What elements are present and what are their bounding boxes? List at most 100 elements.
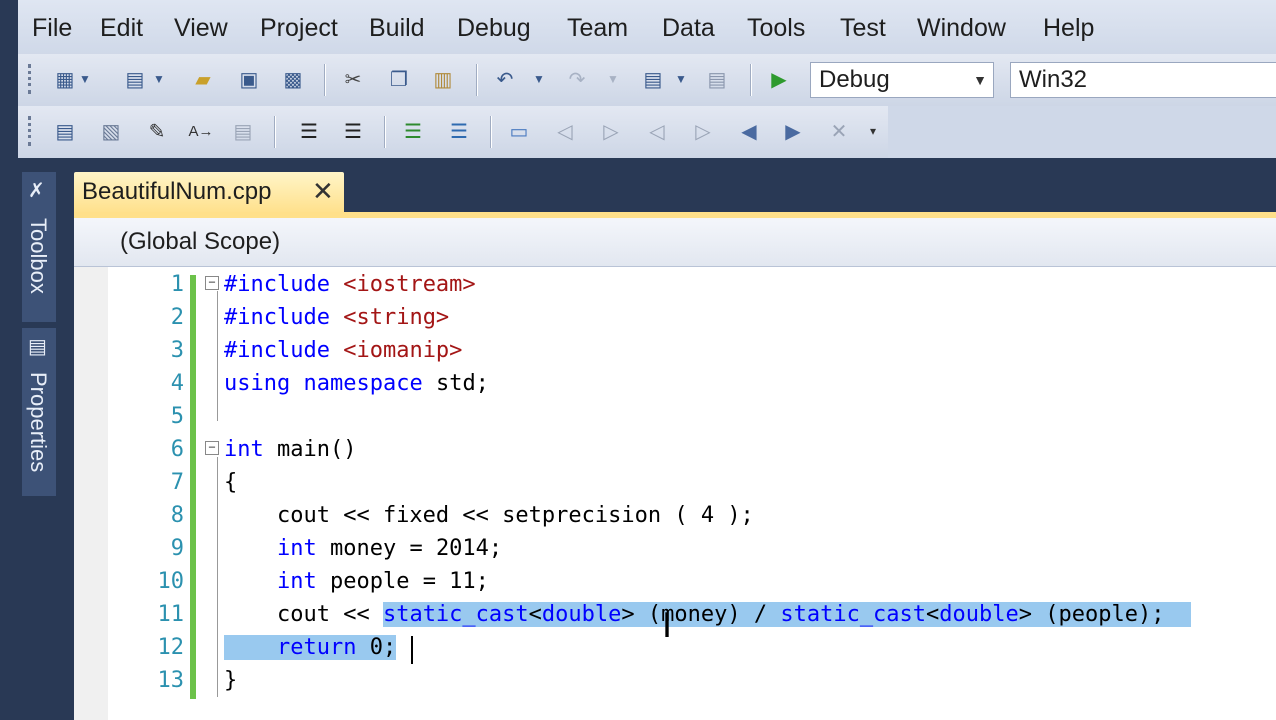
toolbar-separator: [384, 116, 386, 148]
toolbar-overflow-icon[interactable]: ▾: [866, 118, 880, 144]
menu-build[interactable]: Build: [369, 12, 425, 44]
code-text: cout << fixed << setprecision ( 4 );: [224, 503, 754, 528]
toolbar-separator: [274, 116, 276, 148]
menu-project[interactable]: Project: [260, 12, 338, 44]
save-icon[interactable]: ▣: [236, 66, 262, 92]
menu-team[interactable]: Team: [567, 12, 628, 44]
code-line-1[interactable]: 1 − #include <iostream>: [74, 268, 1276, 301]
outline-icon[interactable]: ▤: [230, 118, 256, 144]
properties-label-wrap: Properties: [25, 372, 53, 494]
code-line-11[interactable]: 11 cout << static_cast<double> (money) /…: [74, 598, 1276, 631]
next-bookmark-in-folder-icon[interactable]: ▷: [690, 118, 716, 144]
toolbar-grip[interactable]: [28, 64, 35, 94]
chevron-down-icon[interactable]: ▼: [78, 66, 92, 92]
code-line-5[interactable]: 5: [74, 400, 1276, 433]
copy-icon[interactable]: ❐: [386, 66, 412, 92]
navigation-bar: (Global Scope): [74, 218, 1276, 267]
code-line-6[interactable]: 6 − int main(): [74, 433, 1276, 466]
open-folder-icon[interactable]: ▰: [190, 66, 216, 92]
text-editor-toolbar: ▤ ▧ ✎ A→ ▤ ☰ ☰ ☰ ☰ ▭ ◁ ▷ ◁ ▷ ◀ ▶ ✕ ▾: [18, 106, 888, 158]
chevron-down-icon[interactable]: ▼: [674, 66, 688, 92]
line-number: 1: [170, 272, 184, 297]
uncomment-icon[interactable]: ☰: [446, 118, 472, 144]
properties-icon: ▤: [28, 336, 47, 358]
collapse-icon[interactable]: −: [205, 441, 219, 455]
navigate-backward-icon[interactable]: ▤: [640, 66, 666, 92]
start-debugging-icon[interactable]: ▶: [766, 66, 792, 92]
parameter-info-icon[interactable]: ▧: [98, 118, 124, 144]
standard-toolbar: ▦ ▼ ▤ ▼ ▰ ▣ ▩ ✂ ❐ ▥ ↶ ▼ ↷ ▼ ▤ ▼ ▤ ▶ Debu…: [18, 54, 1276, 106]
redo-icon[interactable]: ↷: [564, 66, 590, 92]
cut-icon[interactable]: ✂: [340, 66, 366, 92]
line-number: 5: [170, 404, 184, 429]
code-line-13[interactable]: 13 }: [74, 664, 1276, 697]
next-bookmark-in-document-icon[interactable]: ▶: [780, 118, 806, 144]
add-item-icon[interactable]: ▤: [122, 66, 148, 92]
display-object-member-list-icon[interactable]: ▤: [52, 118, 78, 144]
complete-word-icon[interactable]: A→: [188, 118, 214, 144]
code-line-2[interactable]: 2 #include <string>: [74, 301, 1276, 334]
code-line-3[interactable]: 3 #include <iomanip>: [74, 334, 1276, 367]
code-line-9[interactable]: 9 int money = 2014;: [74, 532, 1276, 565]
toolbar-separator: [750, 64, 752, 96]
document-tab-label: BeautifulNum.cpp: [82, 178, 272, 205]
code-line-7[interactable]: 7 {: [74, 466, 1276, 499]
code-text: #include <string>: [224, 305, 450, 330]
code-line-12[interactable]: 12 return 0;: [74, 631, 1276, 664]
toolbar-grip[interactable]: [28, 116, 35, 146]
toolbox-tab[interactable]: ✗ Toolbox: [22, 172, 56, 322]
menu-view[interactable]: View: [174, 12, 228, 44]
menu-test[interactable]: Test: [840, 12, 886, 44]
navigate-forward-icon[interactable]: ▤: [704, 66, 730, 92]
line-number: 12: [157, 635, 185, 660]
code-text: #include <iomanip>: [224, 338, 463, 363]
solution-platform-select[interactable]: Win32: [1010, 62, 1276, 98]
menu-edit[interactable]: Edit: [100, 12, 143, 44]
chevron-down-icon[interactable]: ▼: [606, 66, 620, 92]
line-number: 3: [170, 338, 184, 363]
menu-tools[interactable]: Tools: [747, 12, 805, 44]
toolbar-separator: [490, 116, 492, 148]
next-bookmark-icon[interactable]: ▷: [598, 118, 624, 144]
ibeam-cursor-icon: I: [662, 606, 673, 646]
menu-file[interactable]: File: [32, 12, 72, 44]
previous-bookmark-in-folder-icon[interactable]: ◁: [644, 118, 670, 144]
properties-tab[interactable]: ▤ Properties: [22, 328, 56, 496]
document-tab-beautifulnum[interactable]: BeautifulNum.cpp ✕: [74, 172, 344, 214]
code-text: int main(): [224, 437, 357, 462]
comment-out-icon[interactable]: ☰: [400, 118, 426, 144]
undo-icon[interactable]: ↶: [492, 66, 518, 92]
code-line-8[interactable]: 8 cout << fixed << setprecision ( 4 );: [74, 499, 1276, 532]
decrease-indent-icon[interactable]: ☰: [296, 118, 322, 144]
clear-bookmarks-icon[interactable]: ✕: [826, 118, 852, 144]
code-text: cout << static_cast<double> (money) / st…: [224, 602, 1191, 627]
chevron-down-icon[interactable]: ▼: [152, 66, 166, 92]
paste-icon[interactable]: ▥: [430, 66, 456, 92]
previous-bookmark-icon[interactable]: ◁: [552, 118, 578, 144]
collapse-icon[interactable]: −: [205, 276, 219, 290]
chevron-down-icon: ▼: [973, 72, 987, 88]
code-text: using namespace std;: [224, 371, 489, 396]
close-icon[interactable]: ✕: [312, 176, 334, 207]
previous-bookmark-in-document-icon[interactable]: ◀: [736, 118, 762, 144]
solution-configuration-select[interactable]: Debug ▼: [810, 62, 994, 98]
chevron-down-icon[interactable]: ▼: [532, 66, 546, 92]
new-project-icon[interactable]: ▦: [52, 66, 78, 92]
menu-debug[interactable]: Debug: [457, 12, 531, 44]
toolbar-separator: [476, 64, 478, 96]
scope-dropdown[interactable]: (Global Scope): [120, 228, 280, 256]
code-line-4[interactable]: 4 using namespace std;: [74, 367, 1276, 400]
code-text: int people = 11;: [276, 569, 489, 594]
line-number: 11: [157, 602, 185, 627]
menu-data[interactable]: Data: [662, 12, 715, 44]
line-number: 4: [170, 371, 184, 396]
code-editor[interactable]: 1 − #include <iostream> 2 #include <stri…: [74, 267, 1276, 720]
menu-help[interactable]: Help: [1043, 12, 1094, 44]
quick-info-icon[interactable]: ✎: [144, 118, 170, 144]
increase-indent-icon[interactable]: ☰: [340, 118, 366, 144]
menu-window[interactable]: Window: [917, 12, 1006, 44]
save-all-icon[interactable]: ▩: [280, 66, 306, 92]
bookmark-icon[interactable]: ▭: [506, 118, 532, 144]
toolbox-icon: ✗: [28, 180, 45, 202]
code-line-10[interactable]: 10 int people = 11;: [74, 565, 1276, 598]
